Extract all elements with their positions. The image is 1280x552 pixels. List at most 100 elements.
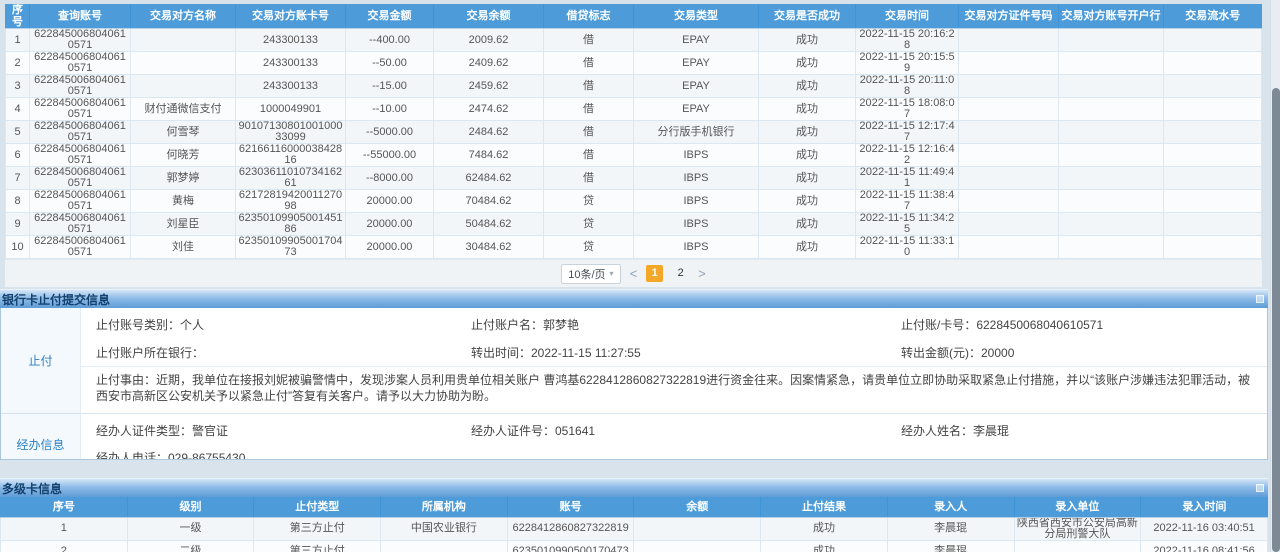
table-cell: 何雪琴: [131, 121, 236, 144]
table-cell: 分行版手机银行: [634, 121, 759, 144]
group-label-jingban: 经办信息: [1, 414, 81, 460]
table-cell: [1059, 75, 1164, 98]
multilevel-body: 1一级第三方止付中国农业银行6228412860827322819成功李晨琨陕西…: [1, 517, 1268, 552]
next-page-button[interactable]: >: [698, 265, 706, 282]
table-cell: [959, 98, 1059, 121]
table-cell: 借: [544, 121, 634, 144]
table-cell: 10: [6, 236, 30, 259]
field-handler-id-type: 经办人证件类型：警官证: [81, 422, 471, 439]
table-cell: 成功: [759, 236, 856, 259]
table-cell: [1059, 213, 1164, 236]
table-cell: EPAY: [634, 52, 759, 75]
table-cell: 2022-11-15 11:34:25: [856, 213, 959, 236]
table-cell: 借: [544, 52, 634, 75]
table-cell: 第三方止付: [254, 517, 381, 540]
chevron-down-icon: ▾: [610, 269, 614, 278]
column-header: 止付结果: [761, 497, 888, 517]
collapse-icon[interactable]: [1256, 295, 1264, 303]
page-button-2[interactable]: 2: [672, 265, 689, 282]
field-row: 经办人电话：029-86755430: [81, 444, 1267, 460]
table-cell: 成功: [759, 121, 856, 144]
table-cell: 6228450068040610571: [30, 29, 131, 52]
table-cell: 1: [1, 517, 128, 540]
scrollbar-thumb[interactable]: [1272, 88, 1280, 552]
column-header: 交易是否成功: [759, 4, 856, 29]
field-account-name: 止付账户名：郭梦艳: [471, 316, 901, 333]
table-cell: IBPS: [634, 236, 759, 259]
table-cell: 何晓芳: [131, 144, 236, 167]
table-cell: [1014, 540, 1141, 552]
table-cell: 2409.62: [434, 52, 544, 75]
table-cell: [959, 29, 1059, 52]
table-cell: 243300133: [236, 29, 346, 52]
table-cell: 贷: [544, 213, 634, 236]
column-header: 录入时间: [1141, 497, 1268, 517]
stop-payment-reason: 止付事由：近期，我单位在接报刘妮被骗警情中，发现涉案人员利用贵单位相关账户 曹鸿…: [81, 366, 1267, 411]
column-header: 交易金额: [346, 4, 434, 29]
column-header: 交易流水号: [1164, 4, 1262, 29]
multilevel-card-table: 序号级别止付类型所属机构账号余额止付结果录入人录入单位录入时间 1一级第三方止付…: [0, 497, 1268, 552]
table-cell: 6235010990500170473: [236, 236, 346, 259]
table-cell: 2484.62: [434, 121, 544, 144]
field-transfer-amount: 转出金额(元)：20000: [901, 344, 1267, 361]
collapse-icon[interactable]: [1256, 484, 1264, 492]
table-cell: 9010713080100100033099: [236, 121, 346, 144]
table-cell: 6228450068040610571: [30, 121, 131, 144]
table-cell: 贷: [544, 190, 634, 213]
table-cell: 6228412860827322819: [507, 517, 634, 540]
table-cell: [1164, 213, 1262, 236]
table-cell: 1: [6, 29, 30, 52]
table-cell: 2022-11-15 11:38:47: [856, 190, 959, 213]
table-cell: [1059, 98, 1164, 121]
field-account-type: 止付账号类别：个人: [81, 316, 471, 333]
multilevel-card-panel: 多级卡信息 序号级别止付类型所属机构账号余额止付结果录入人录入单位录入时间 1一…: [0, 478, 1268, 552]
table-cell: [1059, 167, 1164, 190]
handler-info-group: 经办信息 经办人证件类型：警官证 经办人证件号：051641 经办人姓名：李晨琨…: [1, 414, 1267, 460]
page-size-select[interactable]: 10条/页 ▾: [561, 264, 620, 284]
stop-payment-panel-header[interactable]: 银行卡止付提交信息: [0, 289, 1268, 308]
table-cell: [1164, 98, 1262, 121]
table-cell: 成功: [759, 98, 856, 121]
table-cell: 6235010990500170473: [507, 540, 634, 552]
table-cell: [1164, 190, 1262, 213]
table-cell: 2459.62: [434, 75, 544, 98]
panel-title: 银行卡止付提交信息: [2, 291, 110, 308]
table-cell: 2022-11-15 12:16:42: [856, 144, 959, 167]
table-cell: [131, 29, 236, 52]
table-cell: 借: [544, 29, 634, 52]
column-header: 交易余额: [434, 4, 544, 29]
table-cell: --55000.00: [346, 144, 434, 167]
table-cell: 2: [6, 52, 30, 75]
table-cell: 2022-11-15 20:16:28: [856, 29, 959, 52]
table-cell: [1059, 144, 1164, 167]
table-cell: [1164, 29, 1262, 52]
table-cell: 3: [6, 75, 30, 98]
table-cell: IBPS: [634, 213, 759, 236]
table-cell: 2022-11-15 12:17:47: [856, 121, 959, 144]
table-cell: [1164, 75, 1262, 98]
transactions-section: 序号查询账号交易对方名称交易对方账卡号交易金额交易余额借贷标志交易类型交易是否成…: [5, 4, 1262, 287]
table-cell: 6216611600003842816: [236, 144, 346, 167]
table-cell: 1000049901: [236, 98, 346, 121]
field-handler-id-number: 经办人证件号：051641: [471, 422, 901, 439]
table-row: 56228450068040610571何雪琴90107130801001000…: [6, 121, 1262, 144]
table-cell: [1059, 52, 1164, 75]
table-cell: 中国农业银行: [381, 517, 508, 540]
table-cell: [131, 75, 236, 98]
multilevel-card-panel-header[interactable]: 多级卡信息: [0, 478, 1268, 497]
field-handler-name: 经办人姓名：李晨琨: [901, 422, 1267, 439]
page-button-1[interactable]: 1: [646, 265, 663, 282]
column-header: 录入人: [887, 497, 1014, 517]
prev-page-button[interactable]: <: [630, 265, 638, 282]
column-header: 余额: [634, 497, 761, 517]
table-cell: 7: [6, 167, 30, 190]
vertical-scrollbar[interactable]: [1270, 0, 1280, 552]
page-size-label: 10条/页: [568, 266, 605, 282]
table-row: 1一级第三方止付中国农业银行6228412860827322819成功李晨琨陕西…: [1, 517, 1268, 540]
table-cell: 财付通微信支付: [131, 98, 236, 121]
table-cell: 20000.00: [346, 213, 434, 236]
table-row: 106228450068040610571刘佳62350109905001704…: [6, 236, 1262, 259]
panel-title: 多级卡信息: [2, 480, 62, 497]
table-cell: 30484.62: [434, 236, 544, 259]
table-cell: 243300133: [236, 52, 346, 75]
